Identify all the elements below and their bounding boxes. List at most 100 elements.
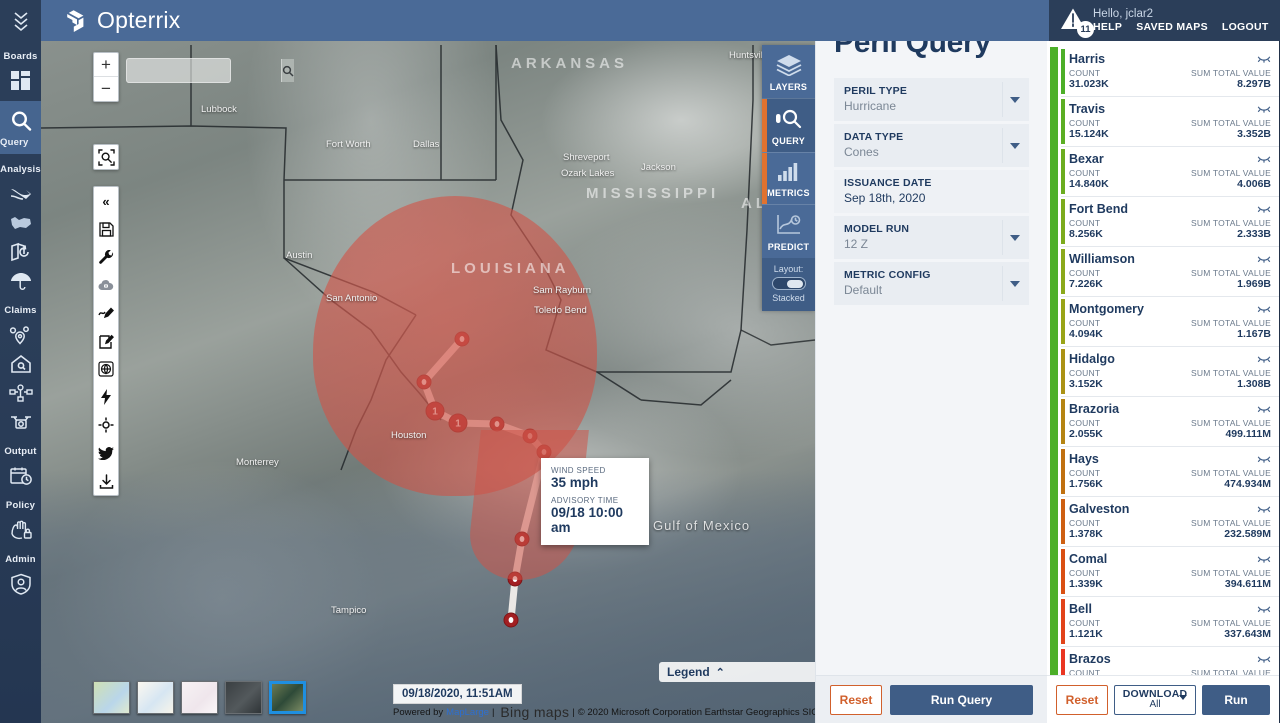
pivot-results-list[interactable]: Harris COUNT 31.023K SUM TOTAL VALUE 8.297B T…	[1047, 47, 1279, 675]
run-button[interactable]: Run	[1202, 684, 1270, 715]
chevron-down-icon[interactable]	[1010, 142, 1020, 149]
query-field-model-run[interactable]: MODEL RUN 12 Z	[834, 216, 1029, 259]
maplarge-link[interactable]: MapLarge	[446, 707, 489, 718]
table-row[interactable]: Williamson COUNT 7.226K SUM TOTAL VALUE 1.96…	[1061, 247, 1279, 297]
chevron-down-icon[interactable]	[1010, 280, 1020, 287]
hidden-eye-icon[interactable]	[1257, 405, 1271, 413]
hidden-eye-icon[interactable]	[1257, 105, 1271, 113]
table-row[interactable]: Fort Bend COUNT 8.256K SUM TOTAL VALUE 2.333…	[1061, 197, 1279, 247]
cloud-icon[interactable]	[94, 271, 118, 299]
help-link[interactable]: HELP	[1093, 21, 1122, 33]
run-query-button[interactable]: Run Query	[890, 684, 1033, 715]
download-icon[interactable]	[94, 467, 118, 495]
table-row[interactable]: Comal COUNT 1.339K SUM TOTAL VALUE 394.611M	[1061, 547, 1279, 597]
area-search-button[interactable]	[93, 144, 119, 170]
sidebar-item-boards[interactable]	[0, 66, 41, 95]
layout-toggle[interactable]	[771, 277, 806, 290]
table-row[interactable]: Bexar COUNT 14.840K SUM TOTAL VALUE 4.006B	[1061, 147, 1279, 197]
results-reset-button[interactable]: Reset	[1056, 684, 1108, 715]
freehand-draw-icon[interactable]	[94, 299, 118, 327]
table-row[interactable]: Hays COUNT 1.756K SUM TOTAL VALUE 474.934M	[1061, 447, 1279, 497]
hidden-eye-icon[interactable]	[1257, 655, 1271, 663]
hidden-eye-icon[interactable]	[1257, 305, 1271, 313]
tab-query[interactable]: QUERY	[762, 98, 815, 152]
brand[interactable]: Opterrix	[41, 7, 180, 34]
chevron-down-icon[interactable]	[1179, 694, 1187, 700]
table-row[interactable]: Brazos COUNT1.078KSUM TOTAL VALUE245.069M	[1061, 647, 1279, 675]
sidebar-collapse-chevrons[interactable]	[0, 0, 41, 41]
tab-metrics[interactable]: METRICS	[762, 152, 815, 204]
chevron-down-icon[interactable]	[1010, 96, 1020, 103]
wrench-icon[interactable]	[94, 243, 118, 271]
zoom-out-button[interactable]: −	[94, 77, 118, 101]
hidden-eye-icon[interactable]	[1257, 505, 1271, 513]
storm-track-marker[interactable]	[503, 612, 519, 628]
basemap-option-road[interactable]	[93, 681, 130, 714]
table-row[interactable]: Galveston COUNT 1.378K SUM TOTAL VALUE 232.5…	[1061, 497, 1279, 547]
chevron-up-icon[interactable]: ⌃	[716, 666, 725, 679]
map-search-button[interactable]	[281, 59, 294, 82]
saved-maps-link[interactable]: SAVED MAPS	[1136, 21, 1208, 33]
sidebar-item-claims-locations[interactable]	[0, 320, 41, 349]
hidden-eye-icon[interactable]	[1257, 455, 1271, 463]
top-links[interactable]: HELP SAVED MAPS LOGOUT	[1093, 21, 1269, 33]
sidebar-item-policy[interactable]	[0, 515, 41, 544]
hidden-eye-icon[interactable]	[1257, 255, 1271, 263]
table-row[interactable]: Harris COUNT 31.023K SUM TOTAL VALUE 8.297B	[1061, 47, 1279, 97]
sidebar-item-query[interactable]	[0, 106, 41, 135]
map-tab-rail[interactable]: LAYERS QUERY METRICS PREDICT Layout: Sta…	[762, 45, 815, 311]
collapse-left-icon[interactable]: «	[94, 187, 118, 215]
basemap-switcher[interactable]	[93, 681, 306, 714]
globe-box-icon[interactable]	[94, 355, 118, 383]
map-draw-toolbar[interactable]: «	[93, 186, 119, 496]
hidden-eye-icon[interactable]	[1257, 55, 1271, 63]
hidden-eye-icon[interactable]	[1257, 155, 1271, 163]
logout-link[interactable]: LOGOUT	[1222, 21, 1269, 33]
sidebar-item-admin[interactable]	[0, 569, 41, 598]
note-edit-icon[interactable]	[94, 327, 118, 355]
query-field-issuance-date[interactable]: ISSUANCE DATE Sep 18th, 2020	[834, 170, 1029, 213]
hidden-eye-icon[interactable]	[1257, 605, 1271, 613]
hidden-eye-icon[interactable]	[1257, 355, 1271, 363]
basemap-option-light[interactable]	[137, 681, 174, 714]
table-row[interactable]: Bell COUNT 1.121K SUM TOTAL VALUE 337.643M	[1061, 597, 1279, 647]
layout-toggle-group[interactable]: Layout: Stacked	[762, 258, 815, 311]
legend-toggle[interactable]: Legend ⌃	[659, 662, 815, 682]
basemap-option-satellite[interactable]	[269, 681, 306, 714]
map-canvas[interactable]: 11 ARKANSASMISSISSIPPILOUISIANAALABAMA L…	[41, 0, 815, 723]
query-reset-button[interactable]: Reset	[830, 684, 882, 715]
sidebar-item-claims-drone[interactable]	[0, 407, 41, 436]
sidebar-item-claims-network[interactable]	[0, 378, 41, 407]
crosshair-move-icon[interactable]	[94, 411, 118, 439]
alerts-button[interactable]: 11	[1059, 6, 1094, 38]
table-row[interactable]: Montgomery COUNT 4.094K SUM TOTAL VALUE 1.16…	[1061, 297, 1279, 347]
query-field-metric-config[interactable]: METRIC CONFIG Default	[834, 262, 1029, 305]
map-search-box[interactable]	[126, 58, 294, 83]
zoom-controls[interactable]: + −	[93, 52, 119, 102]
basemap-option-dark[interactable]	[225, 681, 262, 714]
sidebar-item-claims-property[interactable]	[0, 349, 41, 378]
sidebar-item-output[interactable]	[0, 461, 41, 490]
sidebar-section-query[interactable]: Query	[0, 101, 41, 154]
query-field-peril-type[interactable]: PERIL TYPE Hurricane	[834, 78, 1029, 121]
save-disk-icon[interactable]	[94, 215, 118, 243]
download-dropdown[interactable]: DOWNLOAD All	[1114, 684, 1196, 715]
tab-layers[interactable]: LAYERS	[762, 45, 815, 98]
table-row[interactable]: Brazoria COUNT 2.055K SUM TOTAL VALUE 499.11…	[1061, 397, 1279, 447]
sidebar-item-analysis-map[interactable]	[0, 208, 41, 237]
chevron-down-icon[interactable]	[1010, 234, 1020, 241]
tab-predict[interactable]: PREDICT	[762, 204, 815, 258]
sidebar-item-analysis-map-refresh[interactable]	[0, 237, 41, 266]
hidden-eye-icon[interactable]	[1257, 205, 1271, 213]
table-row[interactable]: Hidalgo COUNT 3.152K SUM TOTAL VALUE 1.308B	[1061, 347, 1279, 397]
sidebar-item-analysis-umbrella[interactable]	[0, 266, 41, 295]
hidden-eye-icon[interactable]	[1257, 555, 1271, 563]
map-search-input[interactable]	[127, 59, 281, 82]
query-field-data-type[interactable]: DATA TYPE Cones	[834, 124, 1029, 167]
sidebar-item-analysis-flow[interactable]	[0, 179, 41, 208]
basemap-option-blank[interactable]	[181, 681, 218, 714]
table-row[interactable]: Travis COUNT 15.124K SUM TOTAL VALUE 3.352B	[1061, 97, 1279, 147]
lightning-icon[interactable]	[94, 383, 118, 411]
twitter-bird-icon[interactable]	[94, 439, 118, 467]
zoom-in-button[interactable]: +	[94, 53, 118, 77]
